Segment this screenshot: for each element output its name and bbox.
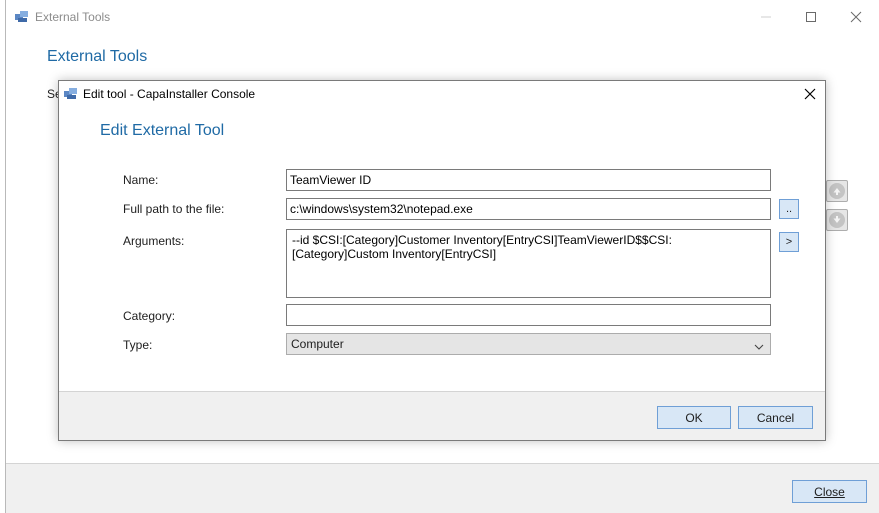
close-button[interactable]: Close [792, 480, 867, 503]
insert-variable-button[interactable]: > [779, 232, 799, 252]
browse-button[interactable]: .. [779, 199, 799, 219]
app-icon [64, 88, 78, 100]
dialog-title: Edit tool - CapaInstaller Console [83, 87, 256, 101]
maximize-icon[interactable] [791, 4, 831, 30]
type-select[interactable]: Computer [286, 333, 771, 355]
dialog-footer: OK Cancel [59, 391, 825, 440]
outer-page-heading: External Tools [47, 48, 148, 65]
arguments-label: Arguments: [123, 234, 185, 248]
outer-window-title: External Tools [35, 10, 111, 24]
name-label: Name: [123, 173, 159, 187]
dialog-title-bar: Edit tool - CapaInstaller Console [59, 81, 825, 107]
ok-button[interactable]: OK [657, 406, 731, 429]
move-up-button[interactable] [826, 180, 848, 202]
minimize-icon[interactable] [746, 4, 786, 30]
edit-tool-dialog: Edit tool - CapaInstaller Console Edit E… [58, 80, 826, 441]
type-label: Type: [123, 338, 153, 352]
type-select-value: Computer [291, 337, 344, 351]
category-label: Category: [123, 309, 176, 323]
name-field[interactable]: TeamViewer ID [286, 169, 771, 191]
path-field[interactable]: c:\windows\system32\notepad.exe [286, 198, 771, 220]
move-up-icon [829, 183, 845, 199]
path-label: Full path to the file: [123, 202, 225, 216]
chevron-down-icon [754, 340, 764, 354]
cancel-button[interactable]: Cancel [738, 406, 813, 429]
dialog-close-icon[interactable] [799, 85, 821, 103]
outer-title-bar: External Tools [6, 0, 879, 34]
category-field[interactable] [286, 304, 771, 326]
close-icon[interactable] [836, 4, 876, 30]
dialog-heading: Edit External Tool [100, 122, 225, 139]
move-down-button[interactable] [826, 209, 848, 231]
arguments-field[interactable]: --id $CSI:[Category]Customer Inventory[E… [286, 229, 771, 298]
app-icon [15, 11, 29, 23]
outer-footer: Close [6, 463, 879, 513]
move-down-icon [829, 212, 845, 228]
